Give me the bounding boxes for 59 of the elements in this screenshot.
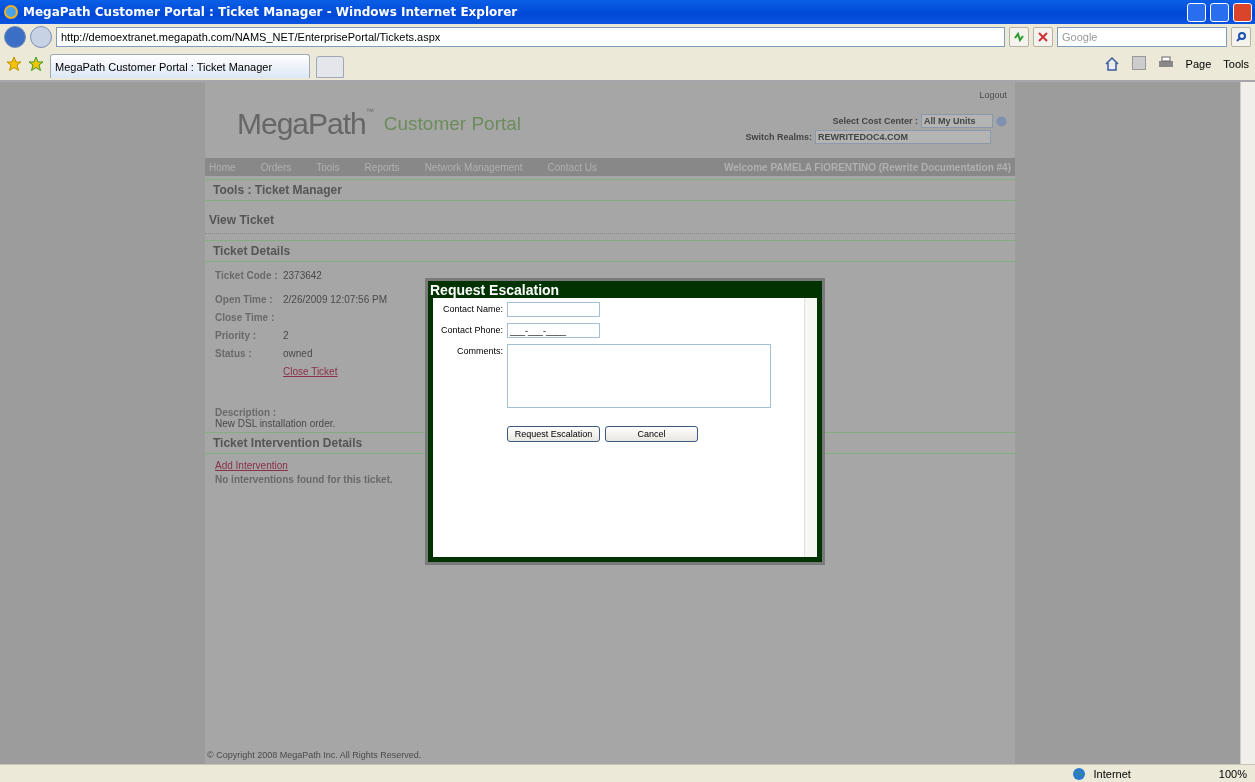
home-icon[interactable] xyxy=(1103,56,1120,72)
copyright-text: © Copyright 2008 MegaPath Inc. All Rights Reserved. xyxy=(206,749,423,762)
close-ticket-link[interactable]: Close Ticket xyxy=(283,366,338,377)
input-field[interactable] xyxy=(507,302,600,317)
command-menu[interactable]: Page xyxy=(1185,56,1212,72)
close-icon xyxy=(1038,32,1048,42)
close-button[interactable] xyxy=(1233,2,1252,22)
restore-button[interactable] xyxy=(1210,2,1229,22)
field-label: Open Time : xyxy=(215,294,274,305)
zoom-level[interactable]: 100% xyxy=(1218,767,1247,780)
dialog-button[interactable]: Cancel xyxy=(605,426,698,442)
globe-icon xyxy=(1071,766,1086,781)
field-label: Ticket Code : xyxy=(215,270,279,281)
refresh-icon xyxy=(1013,31,1025,43)
input-field[interactable]: ___-___-____ xyxy=(507,323,600,338)
comments-field[interactable] xyxy=(507,344,771,408)
dialog-title: Request Escalation xyxy=(429,281,561,298)
field-value: 2373642 xyxy=(283,270,322,283)
view-title: View Ticket xyxy=(205,201,1015,234)
realms-select[interactable]: REWRITEDOC4.COM xyxy=(815,130,991,144)
section-title: Ticket Details xyxy=(205,240,1015,262)
address-field[interactable]: http://demoextranet.megapath.com/NAMS_NET/EnterprisePortal/Tickets.aspx xyxy=(56,27,1005,47)
refresh-button[interactable] xyxy=(1009,27,1029,47)
empty-message: No interventions found for this ticket. xyxy=(215,474,394,485)
field-label: Close Time : xyxy=(215,312,276,323)
security-zone: Internet xyxy=(1093,767,1131,780)
star-icon[interactable] xyxy=(6,56,22,72)
realms-label: Switch Realms: xyxy=(745,132,812,142)
minimize-button[interactable] xyxy=(1187,2,1206,22)
search-button[interactable] xyxy=(1231,27,1251,47)
browser-logo-icon xyxy=(3,4,19,20)
printer-icon[interactable] xyxy=(1157,56,1174,70)
field-label: Status : xyxy=(215,348,253,359)
description-text: New DSL installation order. xyxy=(215,418,337,429)
dialog-button[interactable]: Request Escalation xyxy=(507,426,600,442)
forward-button[interactable] xyxy=(30,26,52,48)
logo: MegaPath™ xyxy=(237,107,374,141)
description-label: Description : xyxy=(215,407,277,418)
logout-link[interactable]: Logout xyxy=(979,90,1007,100)
field-label: Comments: xyxy=(456,345,503,356)
add-favorite-icon[interactable] xyxy=(28,56,44,72)
search-icon xyxy=(1235,31,1247,43)
portal-tagline: Customer Portal xyxy=(383,113,522,135)
stop-button[interactable] xyxy=(1033,27,1053,47)
scrollbar[interactable] xyxy=(1240,82,1255,764)
field-label: Contact Phone: xyxy=(439,324,503,335)
add-intervention-link[interactable]: Add Intervention xyxy=(215,460,288,471)
scrollbar[interactable] xyxy=(804,298,817,557)
field-label: Priority : xyxy=(215,330,258,341)
browser-tab[interactable]: MegaPath Customer Portal : Ticket Manager xyxy=(50,54,310,78)
new-tab-button[interactable] xyxy=(316,56,344,78)
breadcrumb: Tools : Ticket Manager xyxy=(205,179,1015,201)
cost-center-label: Select Cost Center : xyxy=(832,116,918,126)
back-button[interactable] xyxy=(4,26,26,48)
command-menu[interactable]: Tools xyxy=(1223,56,1249,72)
cost-center-select[interactable]: All My Units xyxy=(921,114,993,128)
field-label: Contact Name: xyxy=(441,303,503,314)
search-field[interactable]: Google xyxy=(1057,27,1227,47)
window-title: MegaPath Customer Portal : Ticket Manager - Windows Internet Explorer xyxy=(23,5,519,19)
